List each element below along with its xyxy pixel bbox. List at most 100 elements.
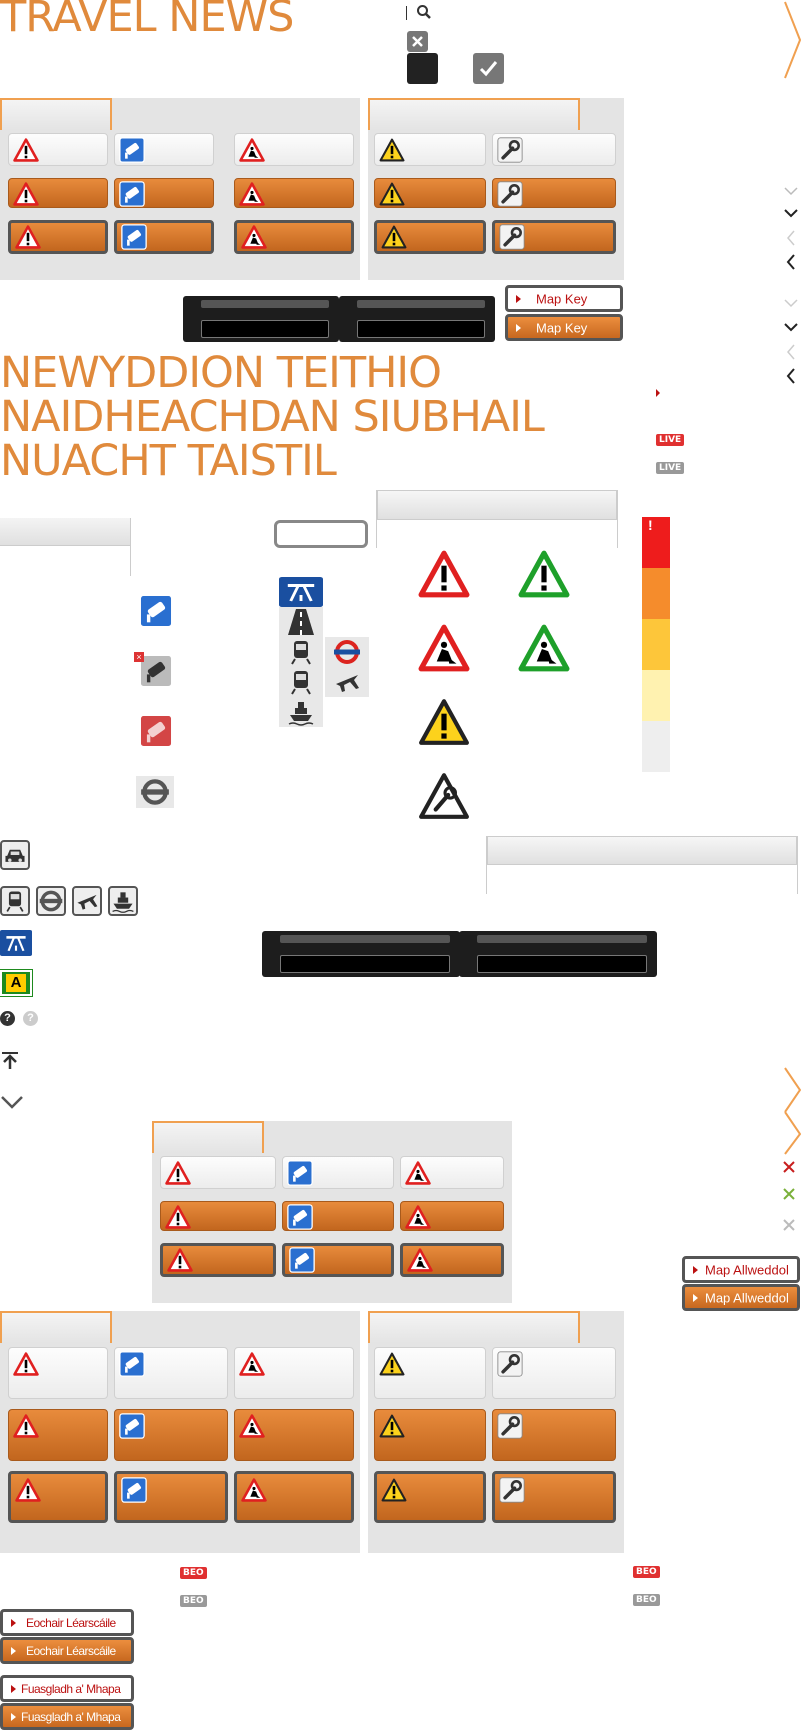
chevron-left-icon[interactable] [786, 230, 796, 246]
check-icon[interactable] [473, 53, 504, 84]
planned-works-button[interactable] [492, 1409, 616, 1461]
roadworks-button[interactable] [234, 1471, 354, 1523]
dropdown-row[interactable] [357, 300, 485, 308]
dropdown-row[interactable] [477, 955, 647, 973]
planned-works-button[interactable] [492, 178, 616, 208]
search-icon[interactable] [416, 4, 432, 20]
camera-button[interactable] [114, 1409, 228, 1461]
roadworks-button[interactable] [234, 1409, 354, 1461]
dropdown-row[interactable] [357, 320, 485, 338]
text-input[interactable] [274, 520, 368, 548]
incident-button[interactable] [160, 1156, 276, 1189]
warning-icon [381, 224, 407, 250]
incident-button[interactable] [160, 1243, 276, 1277]
incident-button[interactable] [374, 1409, 486, 1461]
wrench-icon [499, 1477, 525, 1503]
roadworks-icon [239, 1351, 265, 1377]
map-key-gaelic-button[interactable]: Fuasgladh a' Mhapa [0, 1675, 134, 1702]
panel-tab[interactable] [0, 1311, 112, 1343]
roadworks-button[interactable] [234, 220, 354, 254]
camera-button[interactable] [282, 1201, 394, 1231]
chevron-down-icon[interactable] [0, 1095, 24, 1109]
incident-button[interactable] [8, 1347, 108, 1399]
incident-button[interactable] [8, 133, 108, 166]
tab-box[interactable] [0, 518, 131, 576]
incident-button[interactable] [374, 1347, 486, 1399]
map-key-button[interactable]: Map Key [505, 285, 623, 312]
camera-button[interactable] [114, 1347, 228, 1399]
caret-right-icon [693, 1265, 698, 1274]
close-icon[interactable] [782, 1218, 796, 1232]
camera-button[interactable] [114, 178, 214, 208]
close-icon[interactable] [782, 1187, 796, 1201]
planned-works-button[interactable] [492, 1347, 616, 1399]
incident-button[interactable] [8, 1471, 108, 1523]
chevron-down-icon[interactable] [784, 322, 798, 332]
roadworks-button[interactable] [400, 1156, 504, 1189]
chevron-left-icon[interactable] [786, 344, 796, 360]
close-icon[interactable] [407, 31, 428, 52]
dropdown-bar[interactable] [339, 296, 495, 342]
plane-icon[interactable] [72, 886, 102, 916]
map-key-gaelic-button[interactable]: Fuasgladh a' Mhapa [0, 1703, 134, 1730]
dropdown-bar[interactable] [262, 931, 460, 977]
panel-tab[interactable] [368, 1311, 580, 1343]
chevron-right-icon[interactable] [784, 1066, 801, 1156]
chevron-left-icon[interactable] [786, 368, 796, 384]
map-key-button[interactable]: Map Key [505, 314, 623, 341]
chevron-down-icon[interactable] [784, 186, 798, 196]
dropdown-row[interactable] [201, 320, 329, 338]
roadworks-button[interactable] [234, 178, 354, 208]
incident-button[interactable] [374, 133, 486, 166]
camera-button[interactable] [114, 133, 214, 166]
tube-icon[interactable] [36, 886, 66, 916]
roadworks-button[interactable] [234, 1347, 354, 1399]
panel-tab[interactable] [0, 98, 112, 130]
roadworks-icon [239, 137, 265, 163]
back-to-top-icon[interactable] [0, 1051, 20, 1071]
planned-works-button[interactable] [492, 133, 616, 166]
ferry-icon[interactable] [108, 886, 138, 916]
incident-button[interactable] [160, 1201, 276, 1231]
planned-works-button[interactable] [492, 1471, 616, 1523]
camera-button[interactable] [114, 220, 214, 254]
incident-button[interactable] [374, 220, 486, 254]
help-icon[interactable]: ? [23, 1011, 38, 1026]
dropdown-row[interactable] [280, 935, 450, 943]
roadworks-button[interactable] [400, 1243, 504, 1277]
chevron-left-icon[interactable] [786, 254, 796, 270]
map-key-irish-button[interactable]: Eochair Léarscáile [0, 1637, 134, 1664]
train-icon[interactable] [0, 886, 30, 916]
panel-tab[interactable] [368, 98, 580, 130]
camera-button[interactable] [282, 1243, 394, 1277]
map-key-irish-button[interactable]: Eochair Léarscáile [0, 1609, 134, 1636]
map-key-welsh-button[interactable]: Map Allweddol [682, 1256, 800, 1283]
dropdown-row[interactable] [477, 935, 647, 943]
roadworks-button[interactable] [234, 133, 354, 166]
help-icon[interactable]: ? [0, 1011, 15, 1026]
chevron-down-icon[interactable] [784, 298, 798, 308]
car-icon[interactable] [0, 840, 30, 870]
camera-button[interactable] [282, 1156, 394, 1189]
roadworks-button[interactable] [400, 1201, 504, 1231]
dropdown-bar[interactable] [183, 296, 339, 342]
dropdown-bar[interactable] [459, 931, 657, 977]
incident-button[interactable] [8, 1409, 108, 1461]
incident-button[interactable] [8, 178, 108, 208]
motorway-icon [0, 930, 32, 956]
dropdown-row[interactable] [201, 300, 329, 308]
dropdown-row[interactable] [280, 955, 450, 973]
chevron-down-icon[interactable] [784, 208, 798, 218]
incident-button[interactable] [374, 1471, 486, 1523]
incident-button[interactable] [8, 220, 108, 254]
map-key-gaelic-label: Fuasgladh a' Mhapa [21, 1709, 121, 1724]
dark-checkbox[interactable] [407, 53, 438, 84]
panel-tab[interactable] [152, 1121, 264, 1153]
chevron-right-icon[interactable] [784, 0, 801, 80]
close-icon[interactable] [782, 1160, 796, 1174]
map-key-welsh-button[interactable]: Map Allweddol [682, 1284, 800, 1311]
camera-button[interactable] [114, 1471, 228, 1523]
planned-works-button[interactable] [492, 220, 616, 254]
incident-button[interactable] [374, 178, 486, 208]
warning-icon [15, 224, 41, 250]
